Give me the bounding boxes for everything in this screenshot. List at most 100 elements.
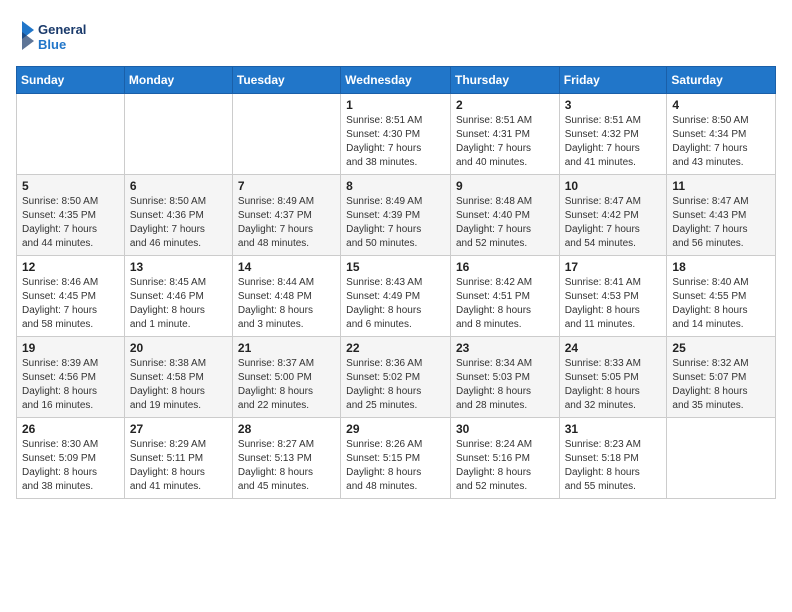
day-number: 15	[346, 260, 445, 274]
day-info: Sunrise: 8:50 AM Sunset: 4:35 PM Dayligh…	[22, 195, 119, 251]
calendar-cell: 11 Sunrise: 8:47 AM Sunset: 4:43 PM Dayli…	[667, 175, 776, 256]
day-info: Sunrise: 8:47 AM Sunset: 4:42 PM Dayligh…	[565, 195, 662, 251]
calendar: SundayMondayTuesdayWednesdayThursdayFrid…	[16, 66, 776, 499]
day-number: 18	[672, 260, 770, 274]
calendar-cell: 23 Sunrise: 8:34 AM Sunset: 5:03 PM Dayli…	[450, 337, 559, 418]
day-number: 29	[346, 422, 445, 436]
calendar-body: 1 Sunrise: 8:51 AM Sunset: 4:30 PM Daylig…	[17, 94, 776, 499]
day-number: 14	[238, 260, 335, 274]
day-number: 22	[346, 341, 445, 355]
week-row-1: 1 Sunrise: 8:51 AM Sunset: 4:30 PM Daylig…	[17, 94, 776, 175]
day-number: 13	[130, 260, 227, 274]
calendar-cell: 7Sunrise: 8:49 AM Sunset: 4:37 PM Daylig…	[232, 175, 340, 256]
day-info: Sunrise: 8:26 AM Sunset: 5:15 PM Dayligh…	[346, 438, 445, 494]
day-number: 21	[238, 341, 335, 355]
day-info: Sunrise: 8:51 AM Sunset: 4:30 PM Dayligh…	[346, 114, 445, 170]
day-number: 16	[456, 260, 554, 274]
day-number: 11	[672, 179, 770, 193]
calendar-cell: 2 Sunrise: 8:51 AM Sunset: 4:31 PM Daylig…	[450, 94, 559, 175]
day-info: Sunrise: 8:47 AM Sunset: 4:43 PM Dayligh…	[672, 195, 770, 251]
day-number: 12	[22, 260, 119, 274]
day-info: Sunrise: 8:51 AM Sunset: 4:32 PM Dayligh…	[565, 114, 662, 170]
svg-text:General: General	[38, 22, 86, 37]
weekday-header-friday: Friday	[559, 67, 667, 94]
calendar-cell: 13 Sunrise: 8:45 AM Sunset: 4:46 PM Dayli…	[124, 256, 232, 337]
day-number: 24	[565, 341, 662, 355]
day-number: 1	[346, 98, 445, 112]
logo: General Blue	[16, 16, 106, 56]
day-number: 23	[456, 341, 554, 355]
day-number: 6	[130, 179, 227, 193]
week-row-5: 26 Sunrise: 8:30 AM Sunset: 5:09 PM Dayli…	[17, 418, 776, 499]
day-number: 4	[672, 98, 770, 112]
week-row-3: 12 Sunrise: 8:46 AM Sunset: 4:45 PM Dayli…	[17, 256, 776, 337]
day-info: Sunrise: 8:51 AM Sunset: 4:31 PM Dayligh…	[456, 114, 554, 170]
calendar-cell: 17 Sunrise: 8:41 AM Sunset: 4:53 PM Dayli…	[559, 256, 667, 337]
calendar-cell: 21 Sunrise: 8:37 AM Sunset: 5:00 PM Dayli…	[232, 337, 340, 418]
day-info: Sunrise: 8:24 AM Sunset: 5:16 PM Dayligh…	[456, 438, 554, 494]
weekday-header-saturday: Saturday	[667, 67, 776, 94]
day-info: Sunrise: 8:30 AM Sunset: 5:09 PM Dayligh…	[22, 438, 119, 494]
calendar-cell	[124, 94, 232, 175]
svg-text:Blue: Blue	[38, 37, 66, 52]
day-info: Sunrise: 8:50 AM Sunset: 4:36 PM Dayligh…	[130, 195, 227, 251]
calendar-cell: 20Sunrise: 8:38 AM Sunset: 4:58 PM Dayli…	[124, 337, 232, 418]
calendar-cell: 16 Sunrise: 8:42 AM Sunset: 4:51 PM Dayli…	[450, 256, 559, 337]
day-info: Sunrise: 8:32 AM Sunset: 5:07 PM Dayligh…	[672, 357, 770, 413]
calendar-cell: 27Sunrise: 8:29 AM Sunset: 5:11 PM Dayli…	[124, 418, 232, 499]
day-number: 3	[565, 98, 662, 112]
calendar-cell: 10Sunrise: 8:47 AM Sunset: 4:42 PM Dayli…	[559, 175, 667, 256]
weekday-header-row: SundayMondayTuesdayWednesdayThursdayFrid…	[17, 67, 776, 94]
day-info: Sunrise: 8:50 AM Sunset: 4:34 PM Dayligh…	[672, 114, 770, 170]
calendar-cell: 28Sunrise: 8:27 AM Sunset: 5:13 PM Dayli…	[232, 418, 340, 499]
header: General Blue	[16, 16, 776, 56]
calendar-cell: 25 Sunrise: 8:32 AM Sunset: 5:07 PM Dayli…	[667, 337, 776, 418]
day-info: Sunrise: 8:43 AM Sunset: 4:49 PM Dayligh…	[346, 276, 445, 332]
day-info: Sunrise: 8:40 AM Sunset: 4:55 PM Dayligh…	[672, 276, 770, 332]
week-row-4: 19Sunrise: 8:39 AM Sunset: 4:56 PM Dayli…	[17, 337, 776, 418]
week-row-2: 5Sunrise: 8:50 AM Sunset: 4:35 PM Daylig…	[17, 175, 776, 256]
day-number: 8	[346, 179, 445, 193]
day-info: Sunrise: 8:34 AM Sunset: 5:03 PM Dayligh…	[456, 357, 554, 413]
calendar-cell	[232, 94, 340, 175]
calendar-cell: 12 Sunrise: 8:46 AM Sunset: 4:45 PM Dayli…	[17, 256, 125, 337]
calendar-cell: 4 Sunrise: 8:50 AM Sunset: 4:34 PM Daylig…	[667, 94, 776, 175]
day-info: Sunrise: 8:49 AM Sunset: 4:39 PM Dayligh…	[346, 195, 445, 251]
weekday-header-tuesday: Tuesday	[232, 67, 340, 94]
day-info: Sunrise: 8:41 AM Sunset: 4:53 PM Dayligh…	[565, 276, 662, 332]
calendar-cell: 14Sunrise: 8:44 AM Sunset: 4:48 PM Dayli…	[232, 256, 340, 337]
day-info: Sunrise: 8:36 AM Sunset: 5:02 PM Dayligh…	[346, 357, 445, 413]
calendar-cell: 30 Sunrise: 8:24 AM Sunset: 5:16 PM Dayli…	[450, 418, 559, 499]
day-number: 2	[456, 98, 554, 112]
calendar-cell: 1 Sunrise: 8:51 AM Sunset: 4:30 PM Daylig…	[341, 94, 451, 175]
day-number: 7	[238, 179, 335, 193]
calendar-cell: 26 Sunrise: 8:30 AM Sunset: 5:09 PM Dayli…	[17, 418, 125, 499]
day-number: 30	[456, 422, 554, 436]
day-info: Sunrise: 8:23 AM Sunset: 5:18 PM Dayligh…	[565, 438, 662, 494]
day-info: Sunrise: 8:37 AM Sunset: 5:00 PM Dayligh…	[238, 357, 335, 413]
day-number: 26	[22, 422, 119, 436]
calendar-header: SundayMondayTuesdayWednesdayThursdayFrid…	[17, 67, 776, 94]
day-info: Sunrise: 8:39 AM Sunset: 4:56 PM Dayligh…	[22, 357, 119, 413]
day-info: Sunrise: 8:46 AM Sunset: 4:45 PM Dayligh…	[22, 276, 119, 332]
calendar-cell: 18 Sunrise: 8:40 AM Sunset: 4:55 PM Dayli…	[667, 256, 776, 337]
calendar-cell: 9Sunrise: 8:48 AM Sunset: 4:40 PM Daylig…	[450, 175, 559, 256]
calendar-cell: 6 Sunrise: 8:50 AM Sunset: 4:36 PM Daylig…	[124, 175, 232, 256]
day-number: 17	[565, 260, 662, 274]
calendar-cell: 29 Sunrise: 8:26 AM Sunset: 5:15 PM Dayli…	[341, 418, 451, 499]
calendar-cell: 24 Sunrise: 8:33 AM Sunset: 5:05 PM Dayli…	[559, 337, 667, 418]
day-number: 27	[130, 422, 227, 436]
day-info: Sunrise: 8:27 AM Sunset: 5:13 PM Dayligh…	[238, 438, 335, 494]
calendar-cell: 19Sunrise: 8:39 AM Sunset: 4:56 PM Dayli…	[17, 337, 125, 418]
day-info: Sunrise: 8:38 AM Sunset: 4:58 PM Dayligh…	[130, 357, 227, 413]
weekday-header-thursday: Thursday	[450, 67, 559, 94]
day-info: Sunrise: 8:45 AM Sunset: 4:46 PM Dayligh…	[130, 276, 227, 332]
calendar-cell: 5Sunrise: 8:50 AM Sunset: 4:35 PM Daylig…	[17, 175, 125, 256]
day-info: Sunrise: 8:42 AM Sunset: 4:51 PM Dayligh…	[456, 276, 554, 332]
day-info: Sunrise: 8:33 AM Sunset: 5:05 PM Dayligh…	[565, 357, 662, 413]
calendar-cell	[667, 418, 776, 499]
weekday-header-sunday: Sunday	[17, 67, 125, 94]
day-number: 25	[672, 341, 770, 355]
weekday-header-monday: Monday	[124, 67, 232, 94]
logo-svg: General Blue	[16, 16, 106, 56]
